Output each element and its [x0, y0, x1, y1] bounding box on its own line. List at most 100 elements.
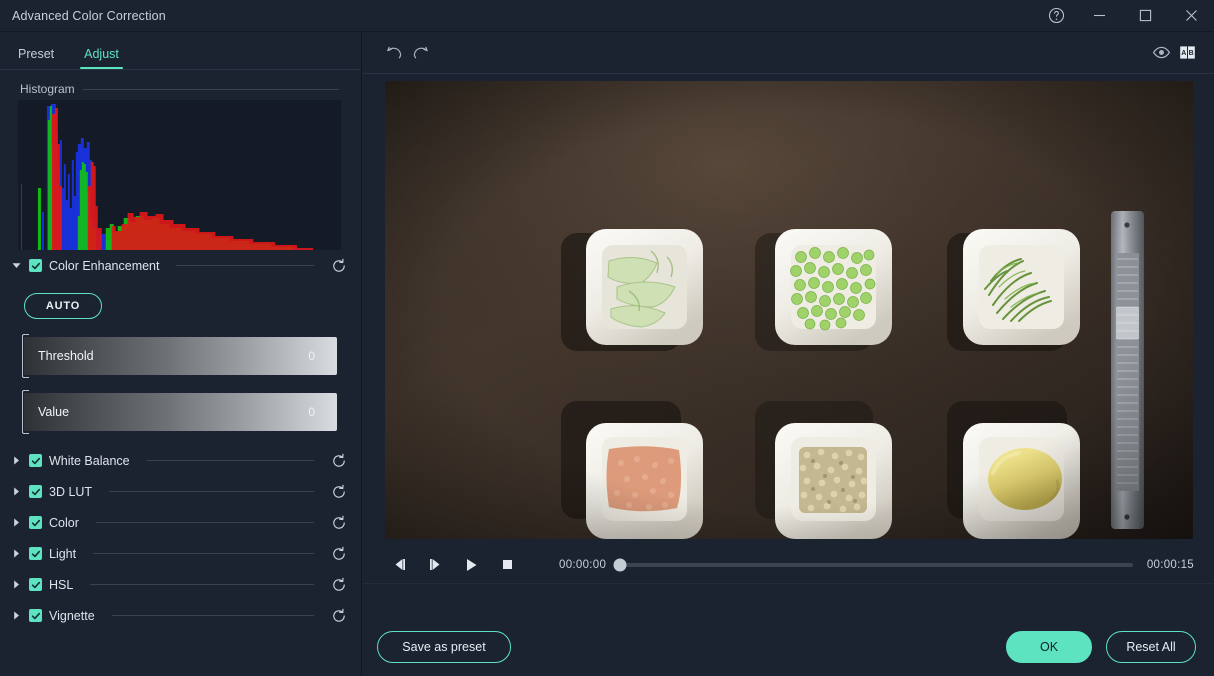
- svg-text:A: A: [1181, 50, 1186, 57]
- reset-icon-white-balance[interactable]: [331, 453, 347, 469]
- checkbox-white-balance[interactable]: [29, 454, 42, 467]
- section-divider: [95, 522, 314, 523]
- chevron-right-icon[interactable]: [10, 455, 22, 467]
- checkbox-color-enhancement[interactable]: [29, 259, 42, 272]
- preview-pane: A B 00:00:00 00:00:15 Save as preset OK …: [363, 32, 1214, 676]
- tab-adjust[interactable]: Adjust: [80, 47, 123, 69]
- chevron-right-icon[interactable]: [10, 548, 22, 560]
- section-label-vignette: Vignette: [49, 608, 95, 623]
- checkbox-hsl[interactable]: [29, 578, 42, 591]
- advanced-color-correction-window: Advanced Color Correction Preset Adjust …: [0, 0, 1214, 676]
- redo-icon: [412, 44, 429, 61]
- preview-illustration: [384, 81, 1193, 539]
- current-time: 00:00:00: [559, 558, 607, 571]
- slider-handle-value[interactable]: [22, 390, 29, 434]
- auto-button[interactable]: AUTO: [24, 293, 102, 319]
- histogram-header: Histogram: [0, 70, 361, 96]
- collapsed-sections: White Balance 3D LUT Color Light HSL Vig…: [0, 445, 361, 631]
- play-icon: [464, 558, 479, 572]
- video-preview[interactable]: [384, 81, 1193, 539]
- prev-frame-icon: [392, 558, 407, 571]
- help-icon: [1048, 7, 1065, 24]
- title-bar: Advanced Color Correction: [0, 0, 1214, 32]
- save-as-preset-button[interactable]: Save as preset: [377, 631, 511, 663]
- svg-text:B: B: [1188, 50, 1193, 57]
- chevron-right-icon[interactable]: [10, 610, 22, 622]
- panel-tabs: Preset Adjust: [0, 32, 361, 70]
- preview-toggle-button[interactable]: [1148, 40, 1174, 66]
- next-frame-button[interactable]: [417, 550, 453, 580]
- reset-icon-light[interactable]: [331, 546, 347, 562]
- section-divider: [146, 460, 314, 461]
- histogram-plot: [18, 104, 314, 250]
- help-button[interactable]: [1036, 0, 1076, 32]
- color-enhancement-body: AUTO Threshold 0 Value 0: [0, 281, 361, 435]
- chevron-right-icon[interactable]: [10, 486, 22, 498]
- transport-bar: 00:00:00 00:00:15: [363, 546, 1214, 584]
- section-label-color: Color: [49, 515, 79, 530]
- slider-handle-threshold[interactable]: [22, 334, 29, 378]
- section-divider: [109, 491, 314, 492]
- section-hsl-header[interactable]: HSL: [0, 569, 361, 600]
- section-label-light: Light: [49, 546, 77, 561]
- playhead-scrubber[interactable]: [613, 556, 1133, 574]
- reset-icon-hsl[interactable]: [331, 577, 347, 593]
- reset-icon-color-enhancement[interactable]: [331, 258, 347, 274]
- redo-button[interactable]: [407, 40, 433, 66]
- compare-button[interactable]: A B: [1174, 40, 1200, 66]
- slider-value[interactable]: Value 0: [22, 390, 337, 434]
- section-divider: [176, 265, 314, 266]
- scrubber-knob[interactable]: [613, 558, 627, 571]
- slider-label-threshold: Threshold: [38, 349, 94, 363]
- section-label-white-balance: White Balance: [49, 453, 130, 468]
- chevron-down-icon[interactable]: [10, 260, 22, 272]
- maximize-button[interactable]: [1122, 0, 1168, 32]
- minimize-icon: [1093, 9, 1106, 22]
- stop-button[interactable]: [489, 550, 525, 580]
- section-divider: [90, 584, 314, 585]
- close-icon: [1185, 9, 1198, 22]
- section-label-color-enhancement: Color Enhancement: [49, 258, 160, 273]
- adjust-panel: Preset Adjust Histogram Color Enhancemen…: [0, 32, 362, 676]
- section-3d-lut-header[interactable]: 3D LUT: [0, 476, 361, 507]
- reset-all-button[interactable]: Reset All: [1106, 631, 1196, 663]
- chevron-right-icon[interactable]: [10, 579, 22, 591]
- preview-toolbar: A B: [363, 32, 1214, 74]
- checkbox-light[interactable]: [29, 547, 42, 560]
- section-light-header[interactable]: Light: [0, 538, 361, 569]
- undo-button[interactable]: [381, 40, 407, 66]
- slider-threshold[interactable]: Threshold 0: [22, 334, 337, 378]
- histogram: [18, 100, 341, 250]
- scrubber-track[interactable]: [620, 562, 1133, 567]
- histogram-red-channel: [51, 108, 314, 250]
- tab-preset[interactable]: Preset: [14, 47, 58, 69]
- slider-value-threshold[interactable]: 0: [308, 349, 315, 363]
- undo-icon: [386, 44, 403, 61]
- reset-icon-vignette[interactable]: [331, 608, 347, 624]
- section-color-header[interactable]: Color: [0, 507, 361, 538]
- stop-icon: [501, 558, 514, 571]
- ok-button[interactable]: OK: [1006, 631, 1092, 663]
- dialog-footer: Save as preset OK Reset All: [363, 618, 1214, 676]
- histogram-divider: [82, 88, 339, 90]
- next-frame-icon: [428, 558, 443, 571]
- section-color-enhancement-header[interactable]: Color Enhancement: [0, 250, 361, 281]
- section-vignette-header[interactable]: Vignette: [0, 600, 361, 631]
- play-button[interactable]: [453, 550, 489, 580]
- slider-value-value[interactable]: 0: [308, 405, 315, 419]
- section-divider: [111, 615, 314, 616]
- prev-frame-button[interactable]: [381, 550, 417, 580]
- minimize-button[interactable]: [1076, 0, 1122, 32]
- window-title: Advanced Color Correction: [12, 8, 166, 23]
- reset-icon-color[interactable]: [331, 515, 347, 531]
- close-button[interactable]: [1168, 0, 1214, 32]
- section-white-balance-header[interactable]: White Balance: [0, 445, 361, 476]
- section-divider: [93, 553, 314, 554]
- total-time: 00:00:15: [1146, 558, 1194, 571]
- checkbox-vignette[interactable]: [29, 609, 42, 622]
- reset-icon-3d-lut[interactable]: [331, 484, 347, 500]
- checkbox-3d-lut[interactable]: [29, 485, 42, 498]
- preview-area: [363, 74, 1214, 546]
- chevron-right-icon[interactable]: [10, 517, 22, 529]
- checkbox-color[interactable]: [29, 516, 42, 529]
